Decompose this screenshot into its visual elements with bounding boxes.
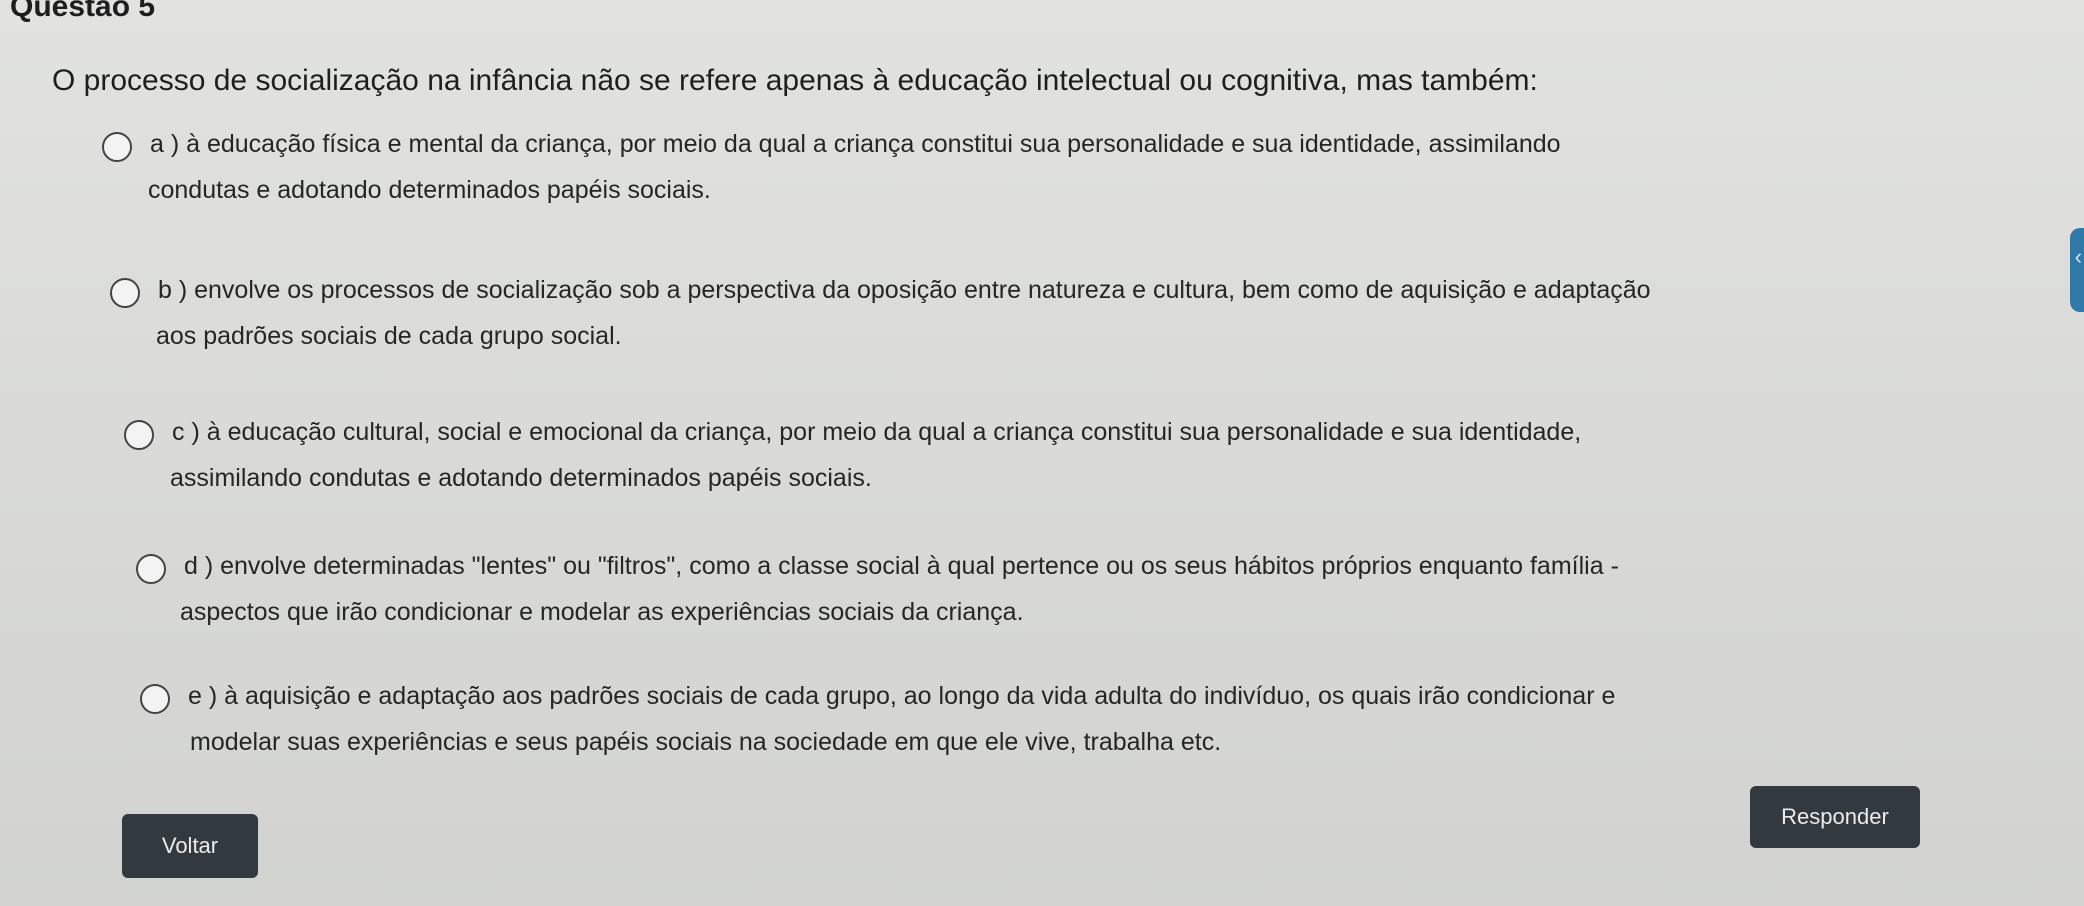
option-d-text: d ) envolve determinadas "lentes" ou "fi…: [180, 543, 1619, 635]
option-e-text: e ) à aquisição e adaptação aos padrões …: [188, 673, 1615, 765]
page: Questão 5 O processo de socialização na …: [0, 0, 2084, 906]
option-e-line1: e ) à aquisição e adaptação aos padrões …: [188, 682, 1616, 710]
option-d-line1: d ) envolve determinadas "lentes" ou "fi…: [184, 552, 1619, 580]
option-b-line1: b ) envolve os processos de socialização…: [158, 276, 1651, 304]
option-b-text: b ) envolve os processos de socialização…: [156, 267, 1651, 359]
option-e-line2: modelar suas experiências e seus papéis …: [190, 728, 1222, 756]
radio-option-d[interactable]: [136, 554, 166, 584]
option-c-text: c ) à educação cultural, social e emocio…: [170, 409, 1582, 501]
option-d[interactable]: d ) envolve determinadas "lentes" ou "fi…: [136, 552, 1619, 635]
option-a[interactable]: a ) à educação física e mental da crianç…: [102, 130, 1561, 213]
answer-button[interactable]: Responder: [1750, 786, 1920, 848]
side-scroll-handle[interactable]: [2070, 228, 2084, 312]
back-button[interactable]: Voltar: [122, 814, 258, 878]
radio-option-b[interactable]: [110, 278, 140, 308]
question-title: Questão 5: [10, 0, 156, 23]
option-a-line1: a ) à educação física e mental da crianç…: [150, 130, 1561, 158]
option-a-text: a ) à educação física e mental da crianç…: [148, 121, 1561, 213]
radio-option-e[interactable]: [140, 684, 170, 714]
chevron-icon: ‹: [2074, 244, 2082, 269]
option-b[interactable]: b ) envolve os processos de socialização…: [110, 276, 1651, 359]
radio-option-a[interactable]: [102, 132, 132, 162]
question-text: O processo de socialização na infância n…: [52, 64, 1538, 97]
option-e[interactable]: e ) à aquisição e adaptação aos padrões …: [140, 682, 1615, 765]
radio-option-c[interactable]: [124, 420, 154, 450]
option-b-line2: aos padrões sociais de cada grupo social…: [156, 322, 622, 350]
option-a-line2: condutas e adotando determinados papéis …: [148, 176, 711, 204]
option-d-line2: aspectos que irão condicionar e modelar …: [180, 598, 1024, 626]
option-c[interactable]: c ) à educação cultural, social e emocio…: [124, 418, 1581, 501]
option-c-line1: c ) à educação cultural, social e emocio…: [172, 418, 1582, 446]
option-c-line2: assimilando condutas e adotando determin…: [170, 464, 872, 492]
